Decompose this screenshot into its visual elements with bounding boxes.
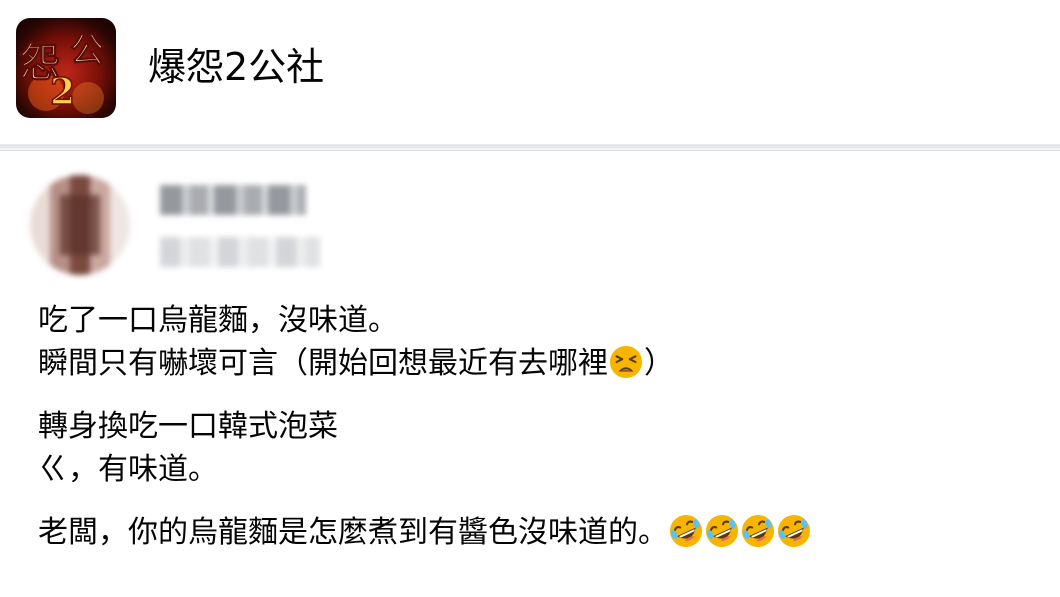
post-line: ㄍ，有味道。 bbox=[38, 452, 218, 487]
author-avatar[interactable] bbox=[30, 175, 130, 275]
rolling-on-floor-laughing-emoji-icon bbox=[705, 514, 739, 548]
post-line: 轉身換吃一口韓式泡菜 bbox=[38, 409, 338, 444]
laughing-emoji-group bbox=[668, 514, 812, 550]
group-logo-icon: 怨 公 2 bbox=[20, 31, 105, 114]
author-name-blurred[interactable] bbox=[160, 185, 306, 215]
rolling-on-floor-laughing-emoji-icon bbox=[669, 514, 703, 548]
group-name[interactable]: 爆怨2公社 bbox=[148, 42, 324, 92]
group-avatar[interactable]: 怨 公 2 bbox=[16, 18, 116, 118]
post-line-text: 瞬間只有嚇壞可言（開始回想最近有去哪裡 bbox=[38, 346, 608, 381]
group-header: 怨 公 2 爆怨2公社 bbox=[0, 0, 1060, 144]
svg-text:2: 2 bbox=[50, 71, 75, 113]
section-divider bbox=[0, 144, 1060, 148]
post-line-text: ） bbox=[644, 346, 674, 381]
post-meta-blurred bbox=[160, 237, 320, 267]
post-line-text: 老闆，你的烏龍麵是怎麼煮到有醬色沒味道的。 bbox=[38, 515, 668, 550]
post-line: 瞬間只有嚇壞可言（開始回想最近有去哪裡 ） bbox=[38, 342, 1038, 385]
post-card: 吃了一口烏龍麵，沒味道。 瞬間只有嚇壞可言（開始回想最近有去哪裡 ） 轉身換吃一… bbox=[0, 150, 1060, 597]
svg-text:公: 公 bbox=[70, 31, 104, 71]
rolling-on-floor-laughing-emoji-icon bbox=[741, 514, 775, 548]
tired-face-emoji-icon bbox=[609, 345, 643, 379]
post-body: 吃了一口烏龍麵，沒味道。 瞬間只有嚇壞可言（開始回想最近有去哪裡 ） 轉身換吃一… bbox=[38, 299, 1038, 554]
post-line: 吃了一口烏龍麵，沒味道。 bbox=[38, 303, 398, 338]
rolling-on-floor-laughing-emoji-icon bbox=[777, 514, 811, 548]
post-line: 老闆，你的烏龍麵是怎麼煮到有醬色沒味道的。 bbox=[38, 511, 1038, 554]
